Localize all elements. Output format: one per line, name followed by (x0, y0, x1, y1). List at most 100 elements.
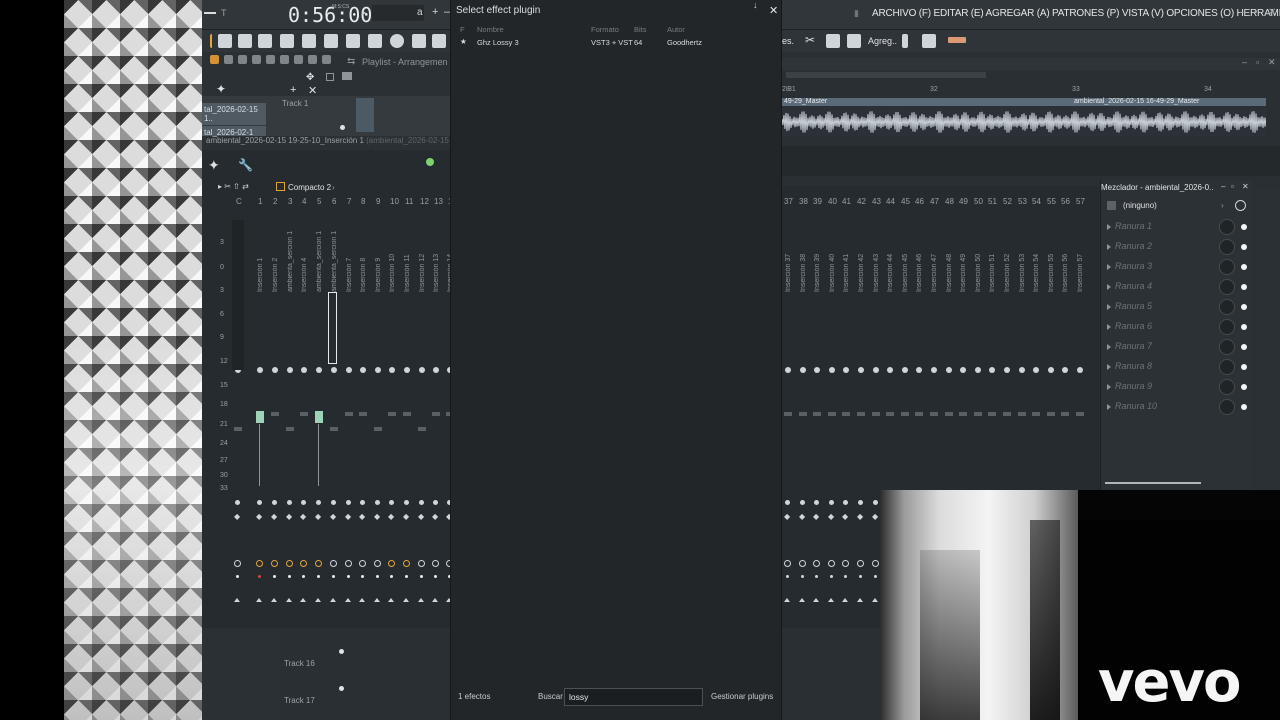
mixer-send-arrow-icon[interactable] (418, 598, 424, 602)
mixer-channel-name[interactable]: ambienta_sercion 1 (287, 224, 294, 292)
mixer-led[interactable] (236, 575, 239, 578)
mixer-send-arrow-icon[interactable] (432, 598, 438, 602)
mixer-channel-number[interactable]: 56 (1061, 197, 1070, 206)
master-strip[interactable] (232, 220, 244, 370)
mixer-send-arrow-icon[interactable] (813, 598, 819, 602)
mixer-route-icon[interactable] (330, 560, 337, 567)
mixer-swap-icon[interactable]: ◆ (271, 512, 277, 521)
mixer-pan-knob[interactable] (1004, 367, 1010, 373)
mixer-fader[interactable] (271, 412, 279, 416)
effect-slot[interactable]: Ranura 5 (1105, 298, 1249, 316)
mixer-channel-name[interactable]: Inserción 39 (814, 250, 821, 292)
slot-enable-led[interactable] (1241, 404, 1247, 410)
mixer-fader[interactable] (388, 412, 396, 416)
mixer-fader[interactable] (315, 411, 323, 423)
timeline-ruler[interactable]: 28 31 32 33 34 (782, 86, 1262, 96)
preset-arrow-icon[interactable]: › (332, 183, 335, 192)
track-led[interactable] (339, 686, 344, 691)
mixer-channel-number[interactable]: 8 (361, 197, 365, 206)
mixer-pan-knob[interactable] (916, 367, 922, 373)
toolbar-file-icon[interactable] (302, 34, 316, 48)
download-icon[interactable]: ↓ (753, 0, 758, 10)
mixer-channel-name[interactable]: Inserción 42 (858, 250, 865, 292)
plugin-row[interactable]: ★ Ghz Lossy 3 VST3 + VST 64 Goodhertz (451, 35, 781, 48)
pin-icon[interactable] (902, 34, 908, 48)
toolbar-refresh-icon[interactable] (390, 34, 404, 48)
mixer-pan-knob[interactable] (931, 367, 937, 373)
mixer-channel-number[interactable]: 37 (784, 197, 793, 206)
mixer-stereo-knob[interactable] (257, 500, 262, 505)
effect-slot[interactable]: Ranura 4 (1105, 278, 1249, 296)
mixer-send-arrow-icon[interactable] (388, 598, 394, 602)
mixer-fader[interactable] (359, 412, 367, 416)
mixer-stereo-knob[interactable] (873, 500, 878, 505)
mixer-preset[interactable]: Compacto 2 (288, 183, 331, 192)
mixer-led[interactable] (420, 575, 423, 578)
mixer-channel-name[interactable]: Inserción 1 (257, 224, 264, 292)
mixer-pan-knob[interactable] (375, 367, 381, 373)
mixer-send-arrow-icon[interactable] (359, 598, 365, 602)
slot-mix-knob[interactable] (1219, 399, 1235, 415)
mixer-swap-icon[interactable]: ◆ (403, 512, 409, 521)
mixer-channel-number[interactable]: 46 (915, 197, 924, 206)
mixer-route-icon[interactable] (345, 560, 352, 567)
mixer-swap-icon[interactable]: ◆ (374, 512, 380, 521)
mixer-send-arrow-icon[interactable] (315, 598, 321, 602)
mixer-channel-number[interactable]: 50 (974, 197, 983, 206)
mixer-pan-knob[interactable] (257, 367, 263, 373)
mixer-swap-icon[interactable]: ◆ (799, 512, 805, 521)
mixer-led[interactable] (859, 575, 862, 578)
mixer-fader[interactable] (857, 412, 865, 416)
mixer-swap-icon[interactable]: ◆ (842, 512, 848, 521)
mixer-pan-knob[interactable] (1062, 367, 1068, 373)
mixer-send-arrow-icon[interactable] (842, 598, 848, 602)
mixer-channel-number[interactable]: 2 (273, 197, 277, 206)
mixer-stereo-knob[interactable] (404, 500, 409, 505)
mixer-channel-name[interactable]: Inserción 40 (829, 250, 836, 292)
mixer-fader[interactable] (286, 427, 294, 431)
search-input[interactable] (564, 688, 703, 706)
slot-enable-led[interactable] (1241, 364, 1247, 370)
mixer-fader[interactable] (432, 412, 440, 416)
input-selector[interactable]: (ninguno) › (1105, 200, 1249, 214)
mixer-stereo-knob[interactable] (235, 500, 240, 505)
mixer-channel-number[interactable]: 6 (332, 197, 336, 206)
mixer-led[interactable] (376, 575, 379, 578)
mixer-led[interactable] (390, 575, 393, 578)
mixer-pan-knob[interactable] (287, 367, 293, 373)
mixer-stereo-knob[interactable] (287, 500, 292, 505)
slot-mix-knob[interactable] (1219, 339, 1235, 355)
mixer-channel-number[interactable]: 53 (1018, 197, 1027, 206)
paste-icon[interactable] (847, 34, 861, 48)
mixer-send-arrow-icon[interactable] (234, 598, 240, 602)
slot-enable-led[interactable] (1241, 324, 1247, 330)
slot-enable-led[interactable] (1241, 384, 1247, 390)
window-restore-icon[interactable]: ▫ (1254, 7, 1264, 18)
toolbar-fish-icon[interactable] (368, 34, 382, 48)
mixer-send-arrow-icon[interactable] (374, 598, 380, 602)
mixer-channel-name[interactable]: ambienta_sercion 1 (316, 224, 323, 292)
mixer-send-arrow-icon[interactable] (828, 598, 834, 602)
mixer-fader[interactable] (330, 427, 338, 431)
mixer-route-icon[interactable] (359, 560, 366, 567)
add-menu-label[interactable]: Agreg.. (868, 36, 897, 46)
mixer-fader[interactable] (1018, 412, 1026, 416)
slot-mix-knob[interactable] (1219, 259, 1235, 275)
mixer-pan-knob[interactable] (887, 367, 893, 373)
mixer-pan-knob[interactable] (814, 367, 820, 373)
mixer-swap-icon[interactable]: ◆ (813, 512, 819, 521)
mixer-fader[interactable] (345, 412, 353, 416)
mixer-led[interactable] (347, 575, 350, 578)
mixer-channel-number[interactable]: 9 (376, 197, 380, 206)
mixer-stereo-knob[interactable] (829, 500, 834, 505)
mixer-channel-name[interactable]: Inserción 57 (1077, 250, 1084, 292)
mixer-channel-name[interactable]: Inserción 43 (873, 250, 880, 292)
mixer-pan-knob[interactable] (975, 367, 981, 373)
toolbar-save-icon[interactable] (412, 34, 426, 48)
snap-icon[interactable]: ✥ (306, 72, 314, 83)
mixer-pan-knob[interactable] (902, 367, 908, 373)
mixer-fader[interactable] (403, 412, 411, 416)
mixer-channel-name[interactable]: Inserción 49 (960, 250, 967, 292)
mixer-route-icon[interactable] (813, 560, 820, 567)
audio-waveform[interactable] (782, 107, 1266, 137)
